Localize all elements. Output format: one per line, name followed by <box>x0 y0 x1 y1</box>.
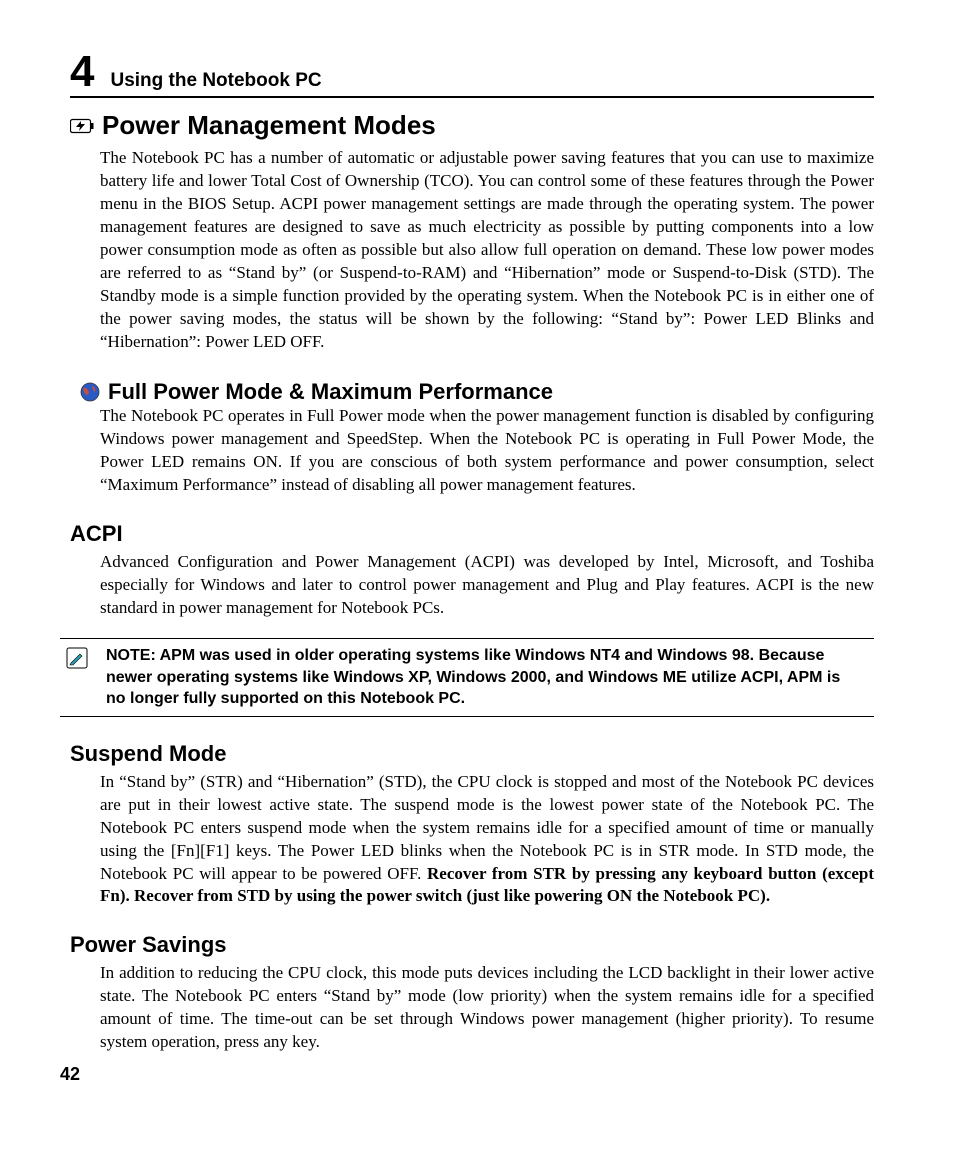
fullpower-title: Full Power Mode & Maximum Performance <box>108 379 553 405</box>
chapter-number: 4 <box>70 50 94 94</box>
suspend-title: Suspend Mode <box>70 741 874 767</box>
section-title: Power Management Modes <box>102 110 436 141</box>
note-icon <box>66 647 88 669</box>
globe-icon <box>80 382 100 402</box>
chapter-header: 4 Using the Notebook PC <box>70 50 874 98</box>
suspend-body: In “Stand by” (STR) and “Hibernation” (S… <box>100 771 874 909</box>
powersavings-title: Power Savings <box>70 932 874 958</box>
page-number: 42 <box>60 1064 80 1085</box>
note-box: NOTE: APM was used in older operating sy… <box>60 638 874 717</box>
note-text: NOTE: APM was used in older operating sy… <box>106 645 874 710</box>
fullpower-body: The Notebook PC operates in Full Power m… <box>100 405 874 497</box>
chapter-title: Using the Notebook PC <box>110 70 321 92</box>
powersavings-body: In addition to reducing the CPU clock, t… <box>100 962 874 1054</box>
section-body: The Notebook PC has a number of automati… <box>100 147 874 353</box>
acpi-title: ACPI <box>70 521 874 547</box>
acpi-body: Advanced Configuration and Power Managem… <box>100 551 874 620</box>
battery-icon <box>70 118 94 134</box>
